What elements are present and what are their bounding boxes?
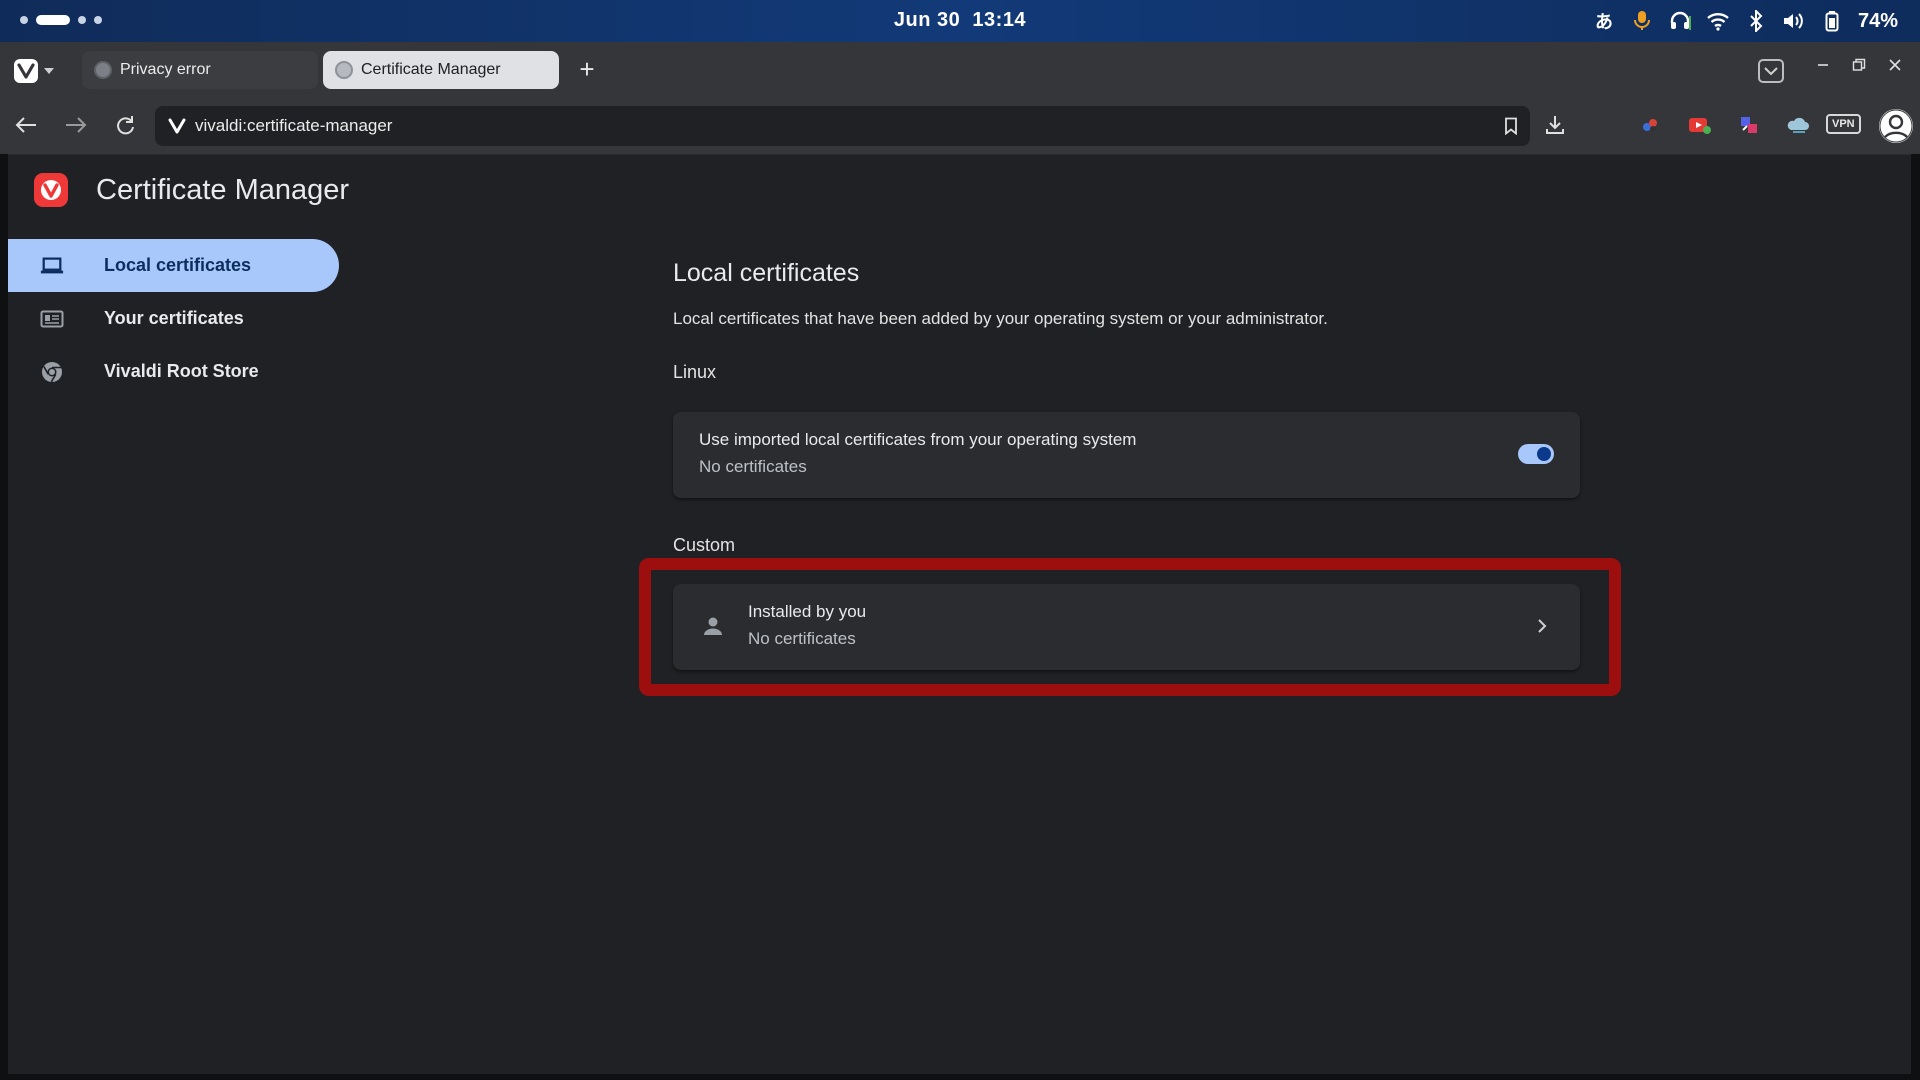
microphone-icon[interactable] bbox=[1630, 9, 1654, 33]
close-icon bbox=[1889, 59, 1901, 71]
minimize-icon bbox=[1818, 64, 1828, 66]
reload-button[interactable] bbox=[109, 109, 141, 141]
headset-icon[interactable] bbox=[1668, 9, 1692, 33]
workspace-dot[interactable] bbox=[20, 16, 28, 24]
forward-button[interactable] bbox=[60, 109, 92, 141]
bookmark-icon bbox=[1505, 117, 1517, 136]
arrow-left-icon bbox=[15, 117, 36, 133]
tab-strip: Privacy error Certificate Manager + bbox=[0, 42, 1920, 96]
reload-icon bbox=[117, 116, 134, 135]
extension-colorful-icon bbox=[1643, 119, 1657, 132]
chrome-logo-icon bbox=[40, 360, 64, 384]
globe-icon bbox=[335, 61, 353, 79]
sidebar-item-local-certificates[interactable]: Local certificates bbox=[8, 239, 339, 292]
tab-label: Certificate Manager bbox=[361, 61, 501, 78]
os-date: Jun 30 bbox=[893, 9, 961, 31]
close-window-button[interactable] bbox=[1882, 52, 1908, 78]
input-method-icon[interactable]: あ bbox=[1592, 9, 1616, 33]
sidebar-item-your-certificates[interactable]: Your certificates bbox=[8, 292, 339, 345]
highlight-annotation-box bbox=[639, 558, 1621, 696]
vivaldi-page-icon bbox=[167, 116, 187, 136]
address-bar[interactable]: vivaldi:certificate-manager bbox=[155, 106, 1530, 146]
battery-icon[interactable] bbox=[1820, 9, 1844, 33]
navigation-toolbar: vivaldi:certificate-manager VPN bbox=[0, 96, 1920, 154]
restore-icon bbox=[1852, 58, 1866, 71]
battery-percent: 74% bbox=[1857, 9, 1898, 32]
card-subtitle: No certificates bbox=[699, 457, 807, 476]
workspace-indicator[interactable] bbox=[20, 15, 102, 25]
arrow-right-icon bbox=[66, 117, 87, 133]
section-description: Local certificates that have been added … bbox=[673, 309, 1328, 328]
back-button[interactable] bbox=[10, 109, 42, 141]
workspace-active-pill[interactable] bbox=[36, 15, 70, 25]
os-status-bar: Jun 30 13:14 あ 74% bbox=[0, 0, 1920, 42]
laptop-icon bbox=[40, 254, 64, 278]
section-title: Local certificates bbox=[673, 259, 860, 287]
bookmark-button[interactable] bbox=[1504, 117, 1518, 140]
globe-icon bbox=[94, 61, 112, 79]
download-icon bbox=[1546, 116, 1564, 134]
profile-avatar[interactable] bbox=[1879, 109, 1913, 143]
sidebar-item-label: Local certificates bbox=[104, 255, 252, 275]
sidebar-item-label: Vivaldi Root Store bbox=[104, 361, 259, 381]
page-header: Certificate Manager bbox=[34, 173, 349, 207]
chevron-down-icon bbox=[44, 68, 54, 74]
page-title: Certificate Manager bbox=[96, 173, 350, 206]
card-title: Use imported local certificates from you… bbox=[699, 430, 1137, 449]
vivaldi-menu-button[interactable] bbox=[14, 59, 54, 83]
extension-puzzle-icon bbox=[1741, 117, 1757, 133]
extension-cloud-icon bbox=[1787, 117, 1809, 133]
extension-button[interactable] bbox=[1735, 111, 1763, 139]
linux-certificates-card: Use imported local certificates from you… bbox=[673, 412, 1580, 498]
custom-heading: Custom bbox=[673, 535, 736, 555]
vivaldi-logo-icon bbox=[34, 173, 68, 207]
restore-button[interactable] bbox=[1846, 52, 1872, 78]
tab-certificate-manager[interactable]: Certificate Manager bbox=[323, 51, 559, 89]
tab-privacy-error[interactable]: Privacy error bbox=[82, 51, 318, 89]
id-card-icon bbox=[40, 307, 64, 331]
vivaldi-logo-icon bbox=[14, 59, 38, 83]
sidebar-item-label: Your certificates bbox=[104, 308, 244, 328]
linux-heading: Linux bbox=[673, 362, 717, 382]
bluetooth-icon[interactable] bbox=[1744, 9, 1768, 33]
tab-label: Privacy error bbox=[120, 61, 211, 78]
sidebar-item-vivaldi-root-store[interactable]: Vivaldi Root Store bbox=[8, 345, 339, 398]
url-text: vivaldi:certificate-manager bbox=[195, 116, 393, 135]
extension-button[interactable] bbox=[1784, 111, 1812, 139]
minimize-button[interactable] bbox=[1810, 52, 1836, 78]
tab-list-button[interactable] bbox=[1758, 59, 1784, 83]
volume-icon[interactable] bbox=[1782, 9, 1806, 33]
video-record-icon bbox=[1689, 118, 1711, 134]
extension-button[interactable] bbox=[1686, 111, 1714, 139]
vpn-button[interactable]: VPN bbox=[1826, 114, 1861, 134]
avatar-icon bbox=[1879, 109, 1913, 143]
new-tab-button[interactable]: + bbox=[574, 56, 600, 82]
sidebar: Local certificates Your certificates Viv… bbox=[8, 239, 348, 398]
os-time: 13:14 bbox=[972, 9, 1027, 31]
use-imported-certificates-toggle[interactable] bbox=[1518, 444, 1554, 464]
wifi-icon[interactable] bbox=[1706, 9, 1730, 33]
workspace-dot[interactable] bbox=[94, 16, 102, 24]
extension-button[interactable] bbox=[1636, 111, 1664, 139]
workspace-dot[interactable] bbox=[78, 16, 86, 24]
system-tray: あ 74% bbox=[1592, 6, 1898, 36]
toggle-knob bbox=[1537, 447, 1551, 461]
downloads-button[interactable] bbox=[1541, 111, 1569, 139]
chevron-down-icon bbox=[1764, 67, 1778, 76]
